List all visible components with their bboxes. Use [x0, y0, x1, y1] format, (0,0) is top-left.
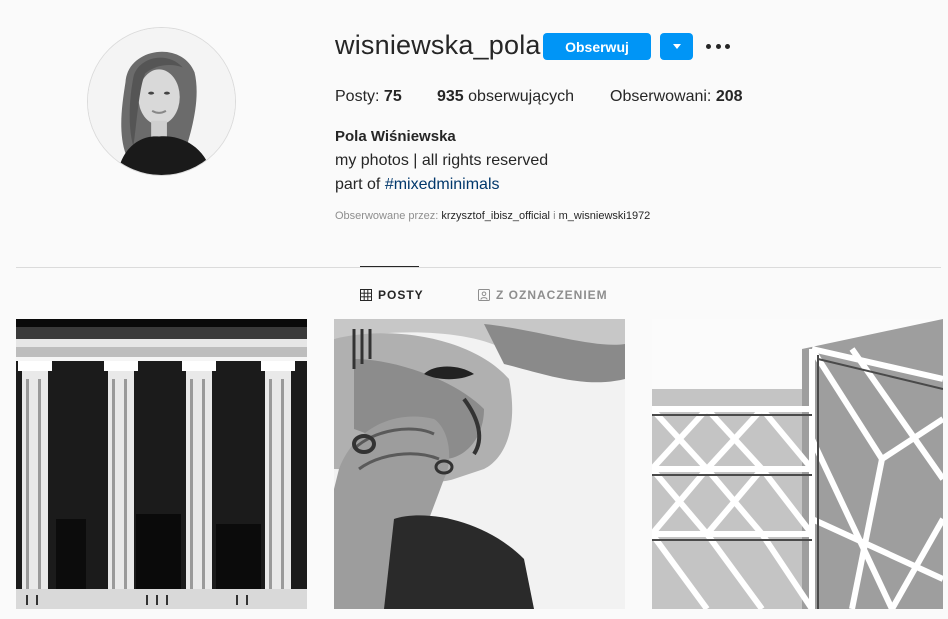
- followed-by-separator: i: [553, 210, 556, 222]
- tab-tagged[interactable]: Z OZNACZENIEM: [478, 288, 608, 302]
- posts-label: Posty:: [335, 88, 380, 105]
- tab-posts[interactable]: POSTY: [360, 288, 424, 302]
- columns-photo: [16, 319, 307, 609]
- tab-posts-label: POSTY: [378, 288, 424, 302]
- followers-stat[interactable]: 935 obserwujących: [437, 88, 574, 106]
- followed-by-user-link[interactable]: krzysztof_ibisz_official: [441, 210, 550, 222]
- grid-icon: [360, 289, 372, 301]
- dot-icon: [725, 43, 730, 49]
- followed-by: Obserwowane przez: krzysztof_ibisz_offic…: [335, 210, 650, 222]
- profile-avatar[interactable]: [87, 27, 236, 176]
- profile-full-name: Pola Wiśniewska: [335, 128, 456, 145]
- more-options-button[interactable]: [706, 38, 730, 54]
- bio-prefix: part of: [335, 176, 381, 193]
- tabs-divider: [16, 267, 941, 268]
- tag-portrait-icon: [478, 289, 490, 301]
- active-tab-indicator: [360, 266, 419, 267]
- posts-count: 75: [383, 88, 402, 105]
- portrait-photo: [334, 319, 625, 609]
- following-count: 208: [715, 88, 743, 105]
- bio-line-hashtag: part of #mixedminimals: [335, 176, 500, 194]
- followers-label: obserwujących: [468, 88, 574, 105]
- post-thumbnail[interactable]: [652, 319, 943, 609]
- architecture-photo: [652, 319, 943, 609]
- profile-username: wisniewska_pola: [335, 30, 541, 60]
- following-label: Obserwowani:: [610, 88, 712, 105]
- followed-by-user-link[interactable]: m_wisniewski1972: [559, 210, 651, 222]
- follow-button[interactable]: Obserwuj: [543, 33, 651, 60]
- avatar-image: [88, 28, 235, 175]
- bio-line: my photos | all rights reserved: [335, 152, 549, 169]
- suggested-accounts-dropdown-button[interactable]: [660, 33, 693, 60]
- followed-by-label: Obserwowane przez:: [335, 210, 439, 222]
- tab-tagged-label: Z OZNACZENIEM: [496, 288, 608, 302]
- dot-icon: [715, 43, 721, 49]
- hashtag-link[interactable]: #mixedminimals: [385, 176, 500, 193]
- post-thumbnail[interactable]: [16, 319, 307, 609]
- triangle-down-icon: [672, 44, 681, 49]
- dot-icon: [706, 43, 711, 49]
- posts-count-stat: Posty: 75: [335, 88, 402, 106]
- post-thumbnail[interactable]: [334, 319, 625, 609]
- followers-count: 935: [437, 88, 464, 105]
- following-stat[interactable]: Obserwowani: 208: [610, 88, 743, 106]
